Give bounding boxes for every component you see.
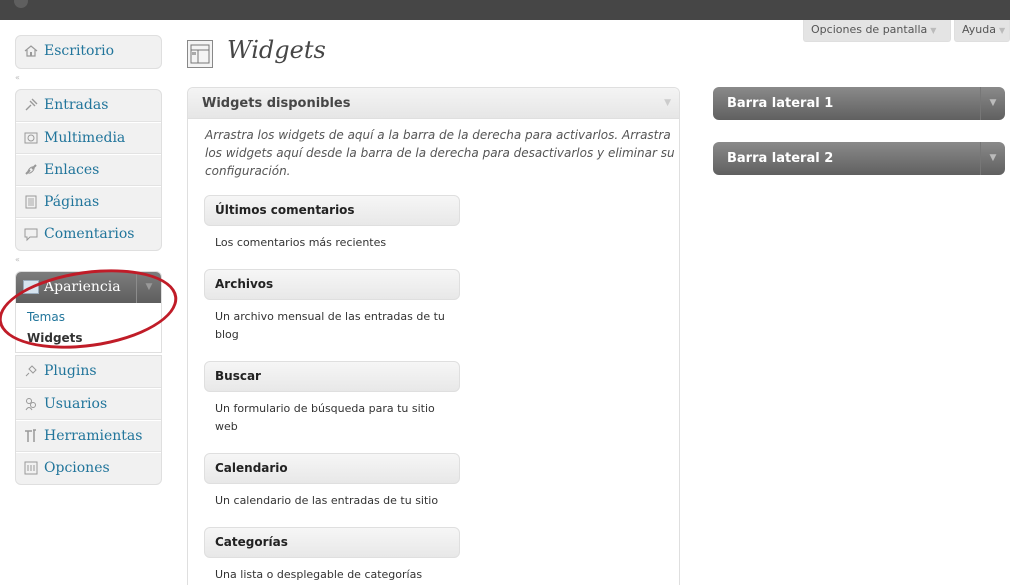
chevron-down-icon[interactable]: ▼ — [664, 88, 671, 119]
sidebar-item-plugins[interactable]: Plugins — [16, 356, 161, 388]
sidebar-item-opciones[interactable]: Opciones — [16, 452, 161, 484]
menu-separator[interactable]: « — [15, 249, 162, 269]
widget-item: Últimos comentarios Los comentarios más … — [204, 195, 460, 252]
sidebar-item-comentarios[interactable]: Comentarios — [16, 218, 161, 250]
link-icon — [25, 164, 37, 175]
home-icon — [24, 45, 38, 57]
sidebar-item-label: Comentarios — [44, 226, 135, 242]
available-widgets-title: Widgets disponibles — [202, 96, 351, 111]
chevron-down-icon: ▼ — [998, 26, 1006, 35]
chevron-down-icon[interactable]: ▼ — [980, 87, 1005, 120]
sidebar-item-label: Herramientas — [44, 428, 143, 444]
widget-title[interactable]: Categorías — [204, 527, 460, 558]
collapse-icon: « — [15, 73, 20, 82]
available-widgets-panel: Widgets disponibles ▼ Arrastra los widge… — [187, 87, 680, 585]
widgets-page-icon — [187, 40, 213, 68]
wordpress-logo-icon[interactable] — [14, 0, 28, 8]
settings-icon — [24, 461, 38, 475]
widget-description: Los comentarios más recientes — [215, 236, 387, 249]
widget-title[interactable]: Buscar — [204, 361, 460, 392]
menu-group-settings: Plugins Usuarios Herramientas Opciones — [15, 355, 162, 485]
sidebar-item-entradas[interactable]: Entradas — [16, 90, 161, 122]
tools-icon — [25, 429, 36, 442]
sidebar-area-1[interactable]: Barra lateral 1 ▼ — [713, 87, 1005, 120]
sidebar-item-label: Escritorio — [44, 43, 115, 59]
sidebar-area-2[interactable]: Barra lateral 2 ▼ — [713, 142, 1005, 175]
widget-description: Una lista o desplegable de categorías — [215, 568, 423, 581]
widget-item: Categorías Una lista o desplegable de ca… — [204, 527, 460, 584]
page-title: Widgets — [227, 36, 326, 64]
widget-description: Un formulario de búsqueda para tu sitio … — [215, 402, 435, 433]
widget-title[interactable]: Últimos comentarios — [204, 195, 460, 226]
sidebar-item-herramientas[interactable]: Herramientas — [16, 420, 161, 452]
available-widgets-header[interactable]: Widgets disponibles ▼ — [188, 88, 679, 119]
available-widgets-description: Arrastra los widgets de aquí a la barra … — [205, 128, 675, 178]
sidebar-item-label: Multimedia — [44, 130, 126, 146]
users-icon — [25, 398, 36, 411]
chevron-down-icon[interactable]: ▼ — [980, 142, 1005, 175]
sidebar-item-usuarios[interactable]: Usuarios — [16, 388, 161, 420]
widget-item: Calendario Un calendario de las entradas… — [204, 453, 460, 510]
menu-separator[interactable]: « — [15, 67, 162, 87]
sidebar-item-label: Usuarios — [44, 396, 108, 412]
sidebar-item-label: Plugins — [44, 363, 97, 379]
sidebar-item-paginas[interactable]: Páginas — [16, 186, 161, 218]
sidebar-item-multimedia[interactable]: Multimedia — [16, 122, 161, 154]
widget-item: Buscar Un formulario de búsqueda para tu… — [204, 361, 460, 436]
page-icon — [25, 195, 37, 209]
chevron-down-icon: ▼ — [930, 26, 937, 35]
help-button[interactable]: Ayuda ▼ — [954, 20, 1010, 42]
sidebar-item-escritorio[interactable]: Escritorio — [16, 36, 161, 68]
sidebar-item-label: Páginas — [44, 194, 100, 210]
menu-group-content: Entradas Multimedia Enlaces Páginas Come… — [15, 89, 162, 251]
sidebar-area-title: Barra lateral 2 — [727, 151, 834, 166]
pin-icon — [25, 98, 38, 111]
widget-item: Archivos Un archivo mensual de las entra… — [204, 269, 460, 344]
help-label: Ayuda — [962, 23, 996, 36]
screen-options-button[interactable]: Opciones de pantalla ▼ — [803, 20, 951, 42]
menu-group-dashboard: Escritorio — [15, 35, 162, 69]
collapse-icon: « — [15, 255, 20, 264]
sidebar-item-label: Entradas — [44, 97, 109, 113]
sidebar-item-label: Enlaces — [44, 162, 100, 178]
widget-title[interactable]: Calendario — [204, 453, 460, 484]
plugin-icon — [25, 365, 37, 377]
admin-bar — [0, 0, 1010, 20]
sidebar-area-title: Barra lateral 1 — [727, 96, 834, 111]
widget-description: Un calendario de las entradas de tu siti… — [215, 494, 439, 507]
comment-icon — [24, 228, 38, 242]
sidebar-item-enlaces[interactable]: Enlaces — [16, 154, 161, 186]
screen-options-label: Opciones de pantalla — [811, 23, 928, 36]
sidebar-item-label: Opciones — [44, 460, 110, 476]
widget-title[interactable]: Archivos — [204, 269, 460, 300]
media-icon — [24, 132, 38, 144]
widget-description: Un archivo mensual de las entradas de tu… — [215, 310, 445, 341]
